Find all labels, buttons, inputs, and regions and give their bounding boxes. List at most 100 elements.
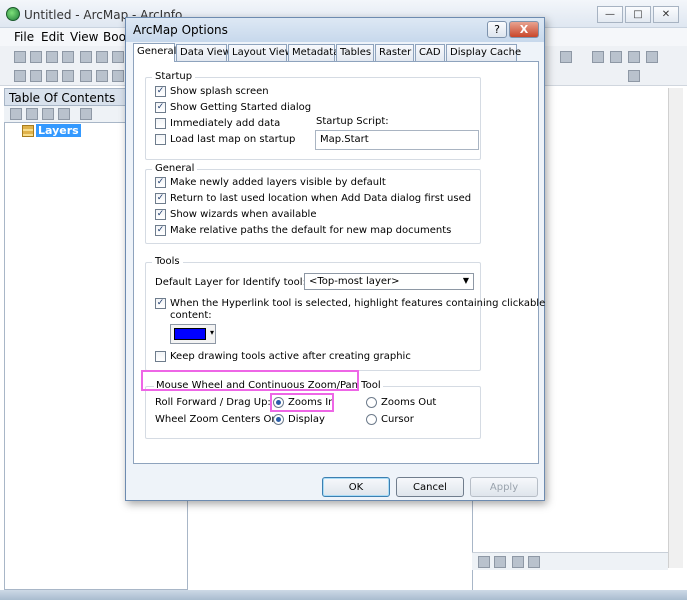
show-splash-checkbox[interactable]: ✓ — [155, 86, 166, 97]
default-layer-value: <Top-most layer> — [309, 276, 400, 287]
zooms-out-option[interactable]: Zooms Out — [366, 397, 436, 408]
menu-file[interactable]: File — [14, 30, 34, 44]
dialog-title-bar: ArcMap Options ? X — [126, 18, 544, 42]
default-layer-select[interactable]: <Top-most layer> ▼ — [304, 273, 474, 290]
refresh-icon[interactable] — [512, 556, 524, 568]
startup-script-input[interactable]: Map.Start — [315, 130, 479, 150]
annotation-highlight-zooms-in — [270, 393, 334, 412]
list-by-visibility-icon[interactable] — [42, 108, 54, 120]
data-view-icon[interactable] — [478, 556, 490, 568]
return-last-location-label: Return to last used location when Add Da… — [170, 193, 472, 204]
list-by-drawing-order-icon[interactable] — [10, 108, 22, 120]
tab-data-view[interactable]: Data View — [176, 44, 231, 61]
highlight-color-swatch — [174, 328, 206, 340]
new-map-icon[interactable] — [14, 51, 26, 63]
minimize-icon[interactable]: — — [597, 6, 623, 23]
cut-icon[interactable] — [80, 51, 92, 63]
zoom-in-icon[interactable] — [14, 70, 26, 82]
options-icon[interactable] — [80, 108, 92, 120]
maximize-icon[interactable]: □ — [625, 6, 651, 23]
zooms-out-label: Zooms Out — [381, 397, 437, 408]
measure-icon[interactable] — [646, 51, 658, 63]
editor-icon[interactable] — [560, 51, 572, 63]
apply-button[interactable]: Apply — [470, 477, 538, 497]
save-icon[interactable] — [46, 51, 58, 63]
close-button[interactable]: X — [509, 21, 539, 38]
list-by-selection-icon[interactable] — [58, 108, 70, 120]
hyperlink-highlight-label-cont: content: — [170, 310, 212, 321]
window-controls: — □ ✕ — [597, 6, 679, 23]
layers-item[interactable]: Layers — [36, 124, 81, 137]
print-icon[interactable] — [62, 51, 74, 63]
immediately-add-data-checkbox[interactable] — [155, 118, 166, 129]
help-button[interactable]: ? — [487, 21, 507, 38]
back-extent-icon[interactable] — [96, 70, 108, 82]
ok-button[interactable]: OK — [322, 477, 390, 497]
layout-view-icon[interactable] — [494, 556, 506, 568]
menu-view[interactable]: View — [70, 30, 98, 44]
hyperlink-highlight-option[interactable]: ✓ When the Hyperlink tool is selected, h… — [155, 298, 545, 309]
paste-icon[interactable] — [112, 51, 124, 63]
tab-cad[interactable]: CAD — [415, 44, 445, 61]
general-tab-page: Startup ✓ Show splash screen ✓ Show Gett… — [133, 61, 545, 464]
display-option[interactable]: Display — [273, 414, 325, 425]
layers-visible-option[interactable]: ✓ Make newly added layers visible by def… — [155, 177, 386, 188]
show-wizards-option[interactable]: ✓ Show wizards when available — [155, 209, 317, 220]
display-radio[interactable] — [273, 414, 284, 425]
chevron-down-icon: ▼ — [462, 276, 469, 285]
roll-forward-label: Roll Forward / Drag Up: — [155, 397, 271, 408]
keep-drawing-checkbox[interactable] — [155, 351, 166, 362]
layers-visible-checkbox[interactable]: ✓ — [155, 177, 166, 188]
relative-paths-option[interactable]: ✓ Make relative paths the default for ne… — [155, 225, 451, 236]
wheel-centers-label: Wheel Zoom Centers On: — [155, 414, 282, 425]
show-splash-label: Show splash screen — [170, 86, 269, 97]
display-label: Display — [288, 414, 325, 425]
show-getting-started-label: Show Getting Started dialog — [170, 102, 312, 113]
show-getting-started-option[interactable]: ✓ Show Getting Started dialog — [155, 102, 311, 113]
show-wizards-checkbox[interactable]: ✓ — [155, 209, 166, 220]
pan-icon[interactable] — [62, 70, 74, 82]
list-by-source-icon[interactable] — [26, 108, 38, 120]
forward-extent-icon[interactable] — [112, 70, 124, 82]
cursor-label: Cursor — [381, 414, 414, 425]
return-last-location-checkbox[interactable]: ✓ — [155, 193, 166, 204]
layer-dropdown-icon[interactable] — [628, 70, 640, 82]
identify-icon[interactable] — [610, 51, 622, 63]
tab-raster[interactable]: Raster — [375, 44, 414, 61]
load-last-map-option[interactable]: Load last map on startup — [155, 134, 295, 145]
relative-paths-checkbox[interactable]: ✓ — [155, 225, 166, 236]
close-icon[interactable]: ✕ — [653, 6, 679, 23]
tab-general[interactable]: General — [133, 43, 176, 62]
default-layer-label: Default Layer for Identify tool: — [155, 277, 306, 288]
show-getting-started-checkbox[interactable]: ✓ — [155, 102, 166, 113]
menu-edit[interactable]: Edit — [41, 30, 64, 44]
tab-tables[interactable]: Tables — [336, 44, 374, 61]
pause-icon[interactable] — [528, 556, 540, 568]
keep-drawing-label: Keep drawing tools active after creating… — [170, 351, 411, 362]
copy-icon[interactable] — [96, 51, 108, 63]
vertical-scrollbar[interactable] — [668, 88, 683, 568]
dialog-title: ArcMap Options — [133, 23, 228, 37]
relative-paths-label: Make relative paths the default for new … — [170, 225, 452, 236]
select-elements-icon[interactable] — [592, 51, 604, 63]
keep-drawing-option[interactable]: Keep drawing tools active after creating… — [155, 351, 411, 362]
cursor-option[interactable]: Cursor — [366, 414, 414, 425]
tab-display-cache[interactable]: Display Cache — [446, 44, 521, 61]
zoom-out-icon[interactable] — [30, 70, 42, 82]
tab-metadata[interactable]: Metadata — [288, 44, 339, 61]
open-icon[interactable] — [30, 51, 42, 63]
cursor-radio[interactable] — [366, 414, 377, 425]
highlight-color-button[interactable]: ▾ — [170, 324, 216, 344]
info-icon[interactable] — [628, 51, 640, 63]
full-extent-icon[interactable] — [80, 70, 92, 82]
show-splash-option[interactable]: ✓ Show splash screen — [155, 86, 269, 97]
hyperlink-highlight-checkbox[interactable]: ✓ — [155, 298, 166, 309]
zooms-out-radio[interactable] — [366, 397, 377, 408]
return-last-location-option[interactable]: ✓ Return to last used location when Add … — [155, 193, 471, 204]
immediately-add-data-label: Immediately add data — [170, 118, 281, 129]
tab-layout-view[interactable]: Layout View — [228, 44, 293, 61]
fixed-zoom-icon[interactable] — [46, 70, 58, 82]
load-last-map-checkbox[interactable] — [155, 134, 166, 145]
immediately-add-data-option[interactable]: Immediately add data — [155, 118, 280, 129]
cancel-button[interactable]: Cancel — [396, 477, 464, 497]
